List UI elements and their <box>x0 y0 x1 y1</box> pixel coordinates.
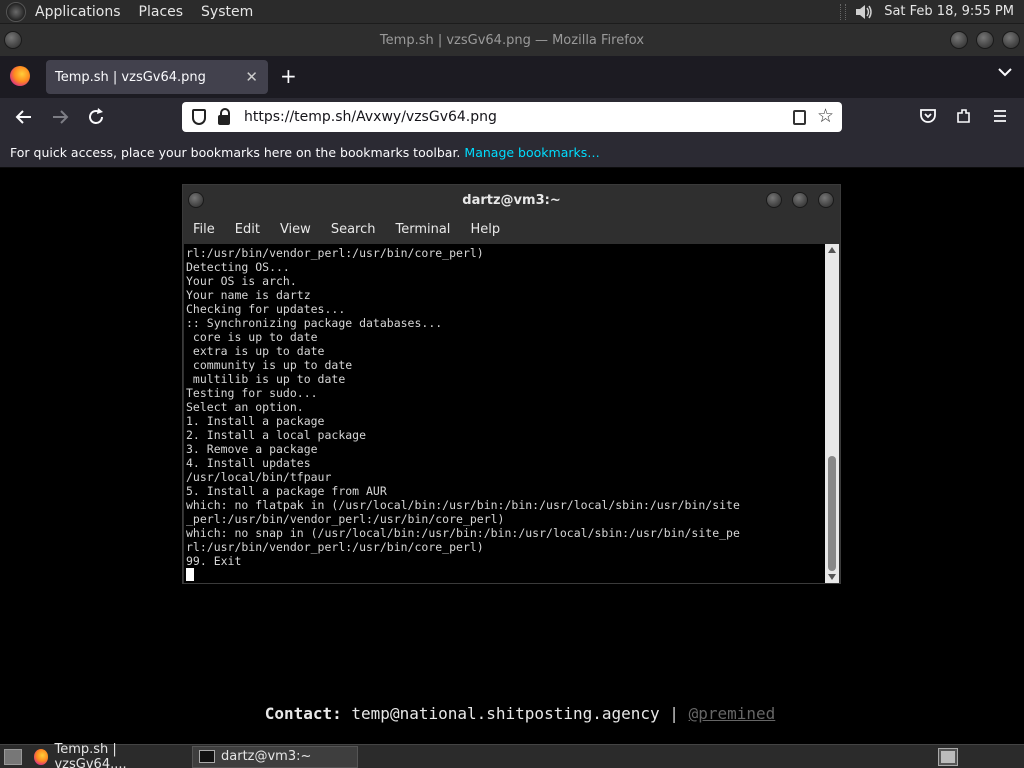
lock-icon[interactable] <box>218 108 230 125</box>
terminal-cursor <box>186 568 194 581</box>
terminal-menu-file: File <box>193 221 215 237</box>
taskbar: Temp.sh | vzsGv64.... dartz@vm3:~ <box>0 742 1024 768</box>
menu-icon[interactable] <box>991 107 1009 125</box>
terminal-menu-view: View <box>279 221 311 237</box>
contact-handle-link[interactable]: @premined <box>689 704 776 723</box>
contact-email: temp@national.shitposting.agency <box>351 704 660 723</box>
terminal-menu-terminal: Terminal <box>395 221 451 237</box>
scroll-down-arrow-icon <box>828 574 836 580</box>
terminal-output: rl:/usr/bin/vendor_perl:/usr/bin/core_pe… <box>184 244 825 583</box>
applications-menu[interactable]: Applications <box>26 0 130 24</box>
terminal-menu-help: Help <box>470 221 501 237</box>
terminal-menu-edit: Edit <box>234 221 260 237</box>
volume-icon[interactable] <box>854 3 874 21</box>
tab-temp-sh[interactable]: Temp.sh | vzsGv64.png ✕ <box>46 60 268 94</box>
top-panel: Applications Places System Sat Feb 18, 9… <box>0 0 1024 24</box>
distro-logo-icon[interactable] <box>6 1 26 22</box>
contact-line: Contact: temp@national.shitposting.agenc… <box>0 704 1024 723</box>
scroll-thumb <box>828 456 836 571</box>
terminal-maximize-button <box>792 192 808 208</box>
terminal-text: rl:/usr/bin/vendor_perl:/usr/bin/core_pe… <box>186 246 825 582</box>
browser-titlebar: Temp.sh | vzsGv64.png — Mozilla Firefox <box>0 24 1024 56</box>
places-menu[interactable]: Places <box>130 0 193 24</box>
close-window-button[interactable] <box>1002 31 1020 49</box>
new-tab-button[interactable]: + <box>280 65 297 87</box>
extensions-icon[interactable] <box>955 107 973 125</box>
firefox-icon <box>34 748 49 765</box>
url-text[interactable]: https://temp.sh/Avxwy/vzsGv64.png <box>244 109 497 125</box>
bookmarks-toolbar: For quick access, place your bookmarks h… <box>0 138 1024 168</box>
system-menu[interactable]: System <box>192 0 262 24</box>
pocket-icon[interactable] <box>919 107 937 125</box>
terminal-window: dartz@vm3:~ File Edit View Search Termin… <box>182 184 841 584</box>
panel-tray: Sat Feb 18, 9:55 PM <box>840 3 1024 21</box>
taskbar-item-label: Temp.sh | vzsGv64.... <box>54 741 127 768</box>
reader-view-icon[interactable] <box>793 110 806 125</box>
minimize-button[interactable] <box>950 31 968 49</box>
taskbar-item-label: dartz@vm3:~ <box>221 749 312 764</box>
nav-bar: https://temp.sh/Avxwy/vzsGv64.png ☆ <box>0 98 1024 138</box>
tab-strip: Temp.sh | vzsGv64.png ✕ + <box>0 56 1024 98</box>
terminal-menubar: File Edit View Search Terminal Help <box>183 215 840 243</box>
panel-separator <box>840 3 847 20</box>
maximize-button[interactable] <box>976 31 994 49</box>
forward-icon[interactable] <box>50 107 70 127</box>
close-tab-icon[interactable]: ✕ <box>245 68 258 86</box>
contact-label: Contact: <box>264 704 342 723</box>
reload-icon[interactable] <box>86 107 106 127</box>
terminal-titlebar: dartz@vm3:~ <box>183 185 840 215</box>
back-icon[interactable] <box>14 107 34 127</box>
taskbar-item-terminal[interactable]: dartz@vm3:~ <box>192 745 358 768</box>
manage-bookmarks-link[interactable]: Manage bookmarks… <box>464 145 599 160</box>
terminal-window-menu-button <box>188 192 204 208</box>
scroll-up-arrow-icon <box>828 247 836 253</box>
contact-separator: | <box>669 704 679 723</box>
terminal-close-button <box>818 192 834 208</box>
tracking-protection-icon[interactable] <box>192 109 206 125</box>
window-menu-button[interactable] <box>4 31 22 49</box>
workspace-switcher[interactable] <box>938 748 958 766</box>
firefox-view-icon[interactable] <box>10 66 30 86</box>
taskbar-item-firefox[interactable]: Temp.sh | vzsGv64.... <box>28 742 186 768</box>
terminal-title: dartz@vm3:~ <box>462 192 561 208</box>
clock[interactable]: Sat Feb 18, 9:55 PM <box>884 4 1014 19</box>
terminal-icon <box>199 750 215 763</box>
bookmark-star-icon[interactable]: ☆ <box>817 105 834 127</box>
url-bar[interactable]: https://temp.sh/Avxwy/vzsGv64.png ☆ <box>182 102 842 132</box>
tab-label: Temp.sh | vzsGv64.png <box>55 69 206 85</box>
terminal-menu-search: Search <box>330 221 376 237</box>
list-tabs-icon[interactable] <box>998 67 1012 77</box>
terminal-minimize-button <box>766 192 782 208</box>
show-desktop-icon[interactable] <box>4 748 22 765</box>
terminal-scrollbar <box>825 244 839 583</box>
window-title: Temp.sh | vzsGv64.png — Mozilla Firefox <box>379 32 645 48</box>
bookmarks-hint: For quick access, place your bookmarks h… <box>10 145 461 160</box>
